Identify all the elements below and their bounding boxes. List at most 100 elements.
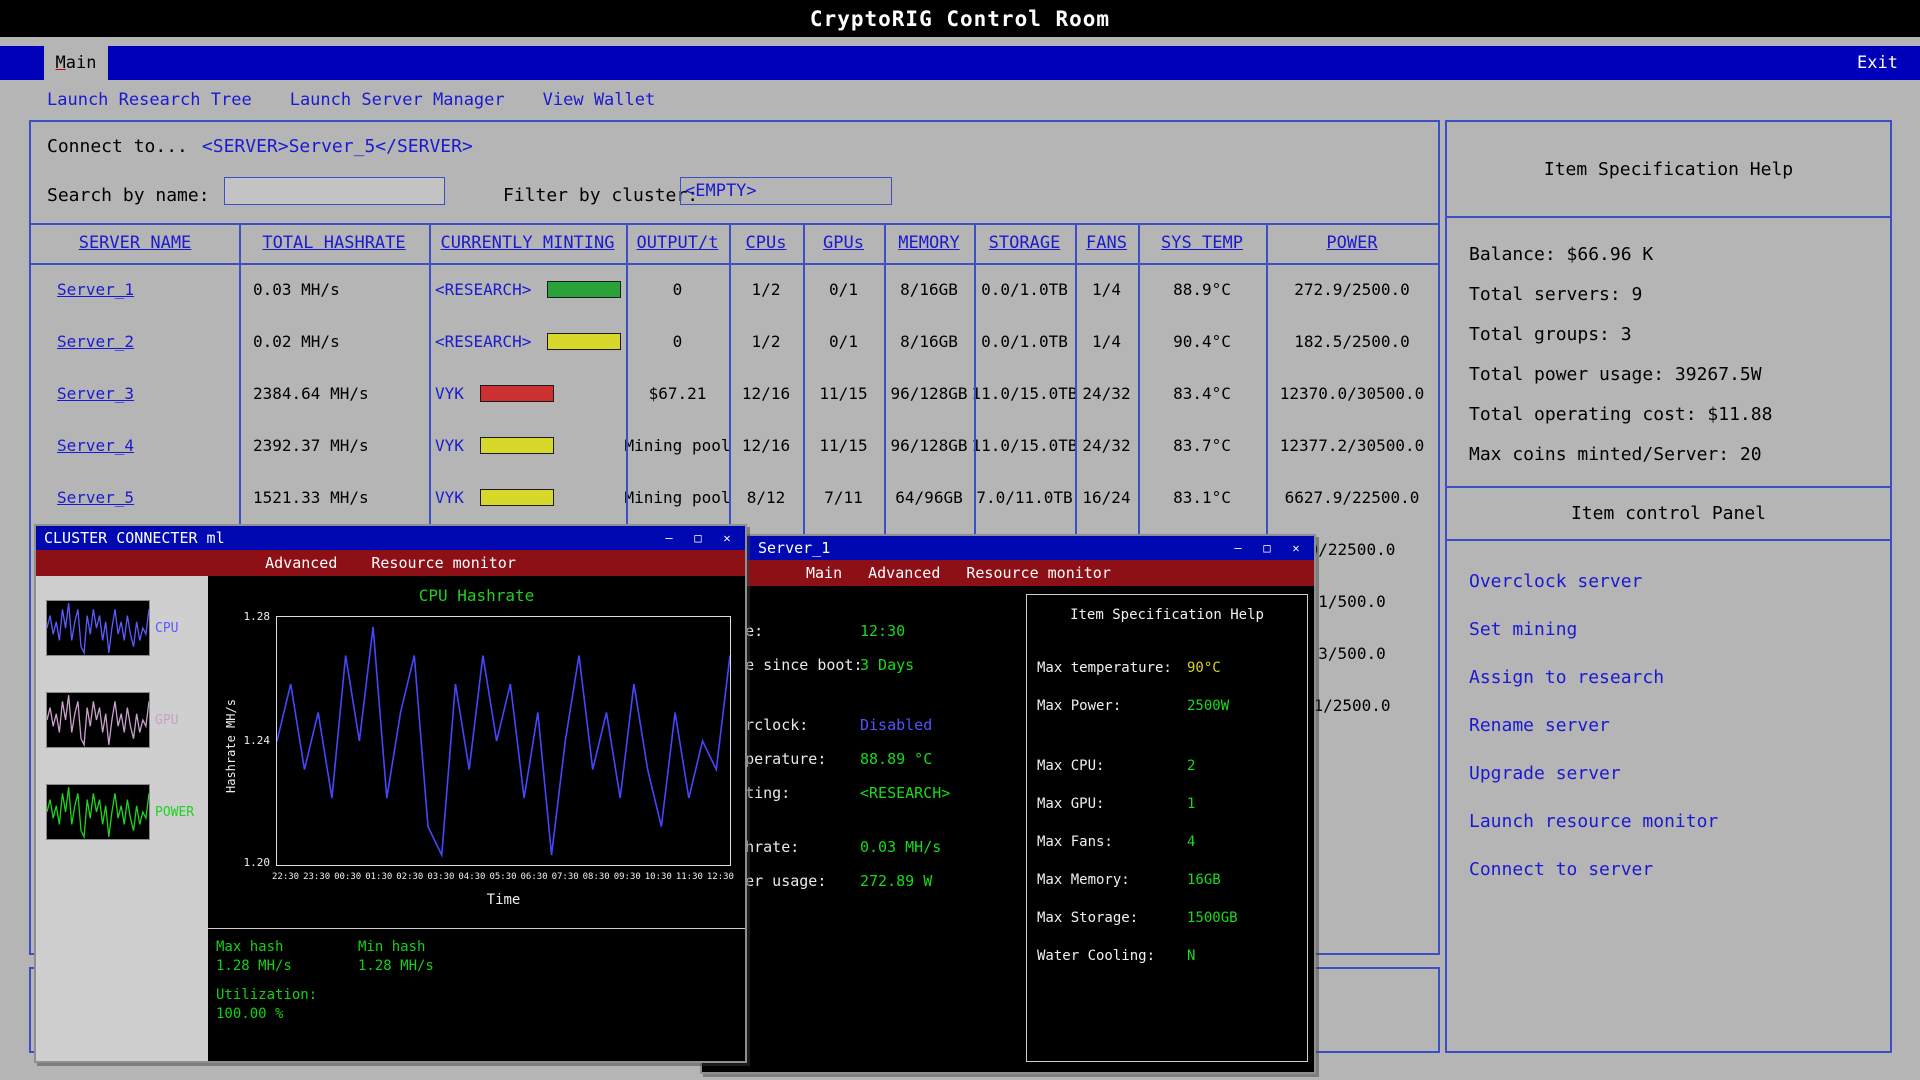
column-header[interactable]: GPUs: [803, 223, 884, 263]
toolbar-item[interactable]: View Wallet: [543, 90, 656, 110]
control-action[interactable]: Rename server: [1469, 701, 1890, 749]
chart-thumbnail[interactable]: POWER: [46, 784, 208, 840]
storage-cell: 0.0/1.0TB: [974, 263, 1075, 315]
menu-item[interactable]: Advanced: [868, 564, 940, 582]
hashrate-cell: 0.02 MH/s: [239, 315, 429, 367]
sparkline-thumbnail: [46, 600, 150, 656]
status-row: Temperature: 88.89 °C: [702, 742, 1024, 776]
output-cell: Mining pool: [626, 419, 729, 471]
minting-target[interactable]: VYK: [435, 384, 464, 403]
control-action[interactable]: Connect to server: [1469, 845, 1890, 893]
spec-row: Max GPU: 1: [1027, 785, 1307, 823]
cluster-filter-dropdown[interactable]: <EMPTY>: [680, 177, 892, 205]
toolbar-item[interactable]: Launch Server Manager: [290, 90, 505, 110]
x-tick: 03:30: [427, 872, 454, 882]
column-header[interactable]: POWER: [1266, 223, 1438, 263]
sparkline-thumbnail: [46, 692, 150, 748]
summary-stat: Max coins minted/Server: 20: [1469, 434, 1890, 474]
toolbar: Launch Research Tree Launch Server Manage…: [47, 80, 655, 120]
maximize-icon[interactable]: □: [688, 530, 708, 547]
status-value: 12:30: [860, 622, 905, 640]
window-title: CLUSTER CONNECTER ml: [44, 529, 225, 547]
connect-label: Connect to...: [47, 136, 188, 157]
column-header[interactable]: CPUs: [729, 223, 803, 263]
x-tick: 11:30: [676, 872, 703, 882]
spec-value: N: [1187, 948, 1195, 964]
window-title-bar[interactable]: Server_1 — □ ✕: [702, 536, 1314, 560]
maximize-icon[interactable]: □: [1257, 540, 1277, 557]
server-detail-window: Server_1 — □ ✕ Main Advanced Resource moni…: [700, 534, 1316, 1074]
cpus-cell: 8/12: [729, 471, 803, 523]
minimize-icon[interactable]: —: [1228, 540, 1248, 557]
menu-bar: Main Exit: [0, 46, 1920, 80]
column-header[interactable]: SYS TEMP: [1138, 223, 1266, 263]
cpus-cell: 12/16: [729, 367, 803, 419]
x-tick: 10:30: [645, 872, 672, 882]
close-icon[interactable]: ✕: [1286, 540, 1306, 557]
minting-target[interactable]: VYK: [435, 488, 464, 507]
max-hash-value: 1.28 MH/s: [216, 957, 292, 976]
status-value: 3 Days: [860, 656, 914, 674]
control-action[interactable]: Set mining: [1469, 605, 1890, 653]
column-header[interactable]: CURRENTLY MINTING: [429, 223, 626, 263]
x-tick: 05:30: [489, 872, 516, 882]
connect-target-value[interactable]: <SERVER>Server_5</SERVER>: [202, 136, 473, 157]
storage-cell: 11.0/15.0TB: [974, 419, 1075, 471]
fans-cell: 1/4: [1075, 315, 1138, 367]
output-cell: $67.21: [626, 367, 729, 419]
spec-row: Max Memory: 16GB: [1027, 861, 1307, 899]
control-action[interactable]: Overclock server: [1469, 557, 1890, 605]
chart-thumbnail[interactable]: CPU: [46, 600, 208, 656]
status-value: 88.89 °C: [860, 750, 932, 768]
min-hash-value: 1.28 MH/s: [358, 957, 434, 976]
control-action[interactable]: Upgrade server: [1469, 749, 1890, 797]
column-header[interactable]: SERVER NAME: [31, 223, 239, 263]
close-icon[interactable]: ✕: [717, 530, 737, 547]
minting-status-bar: [480, 437, 554, 454]
column-header[interactable]: FANS: [1075, 223, 1138, 263]
server-link[interactable]: Server_1: [57, 280, 134, 299]
tab-main[interactable]: Main: [44, 46, 108, 80]
minting-target[interactable]: VYK: [435, 436, 464, 455]
server-link[interactable]: Server_4: [57, 436, 134, 455]
window-title-bar[interactable]: CLUSTER CONNECTER ml — □ ✕: [36, 526, 745, 550]
menu-item[interactable]: Main: [806, 564, 842, 582]
power-cell: 12370.0/30500.0: [1266, 367, 1438, 419]
server-name-cell: Server_4: [31, 419, 239, 471]
minting-cell: <RESEARCH>: [429, 315, 626, 367]
spec-row: Max CPU: 2: [1027, 747, 1307, 785]
minting-target[interactable]: <RESEARCH>: [435, 280, 531, 299]
status-value: 272.89 W: [860, 872, 932, 890]
server-link[interactable]: Server_3: [57, 384, 134, 403]
column-header[interactable]: OUTPUT/t: [626, 223, 729, 263]
gpus-cell: 11/15: [803, 419, 884, 471]
y-tick: 1.24: [222, 734, 270, 747]
spec-value: 1: [1187, 796, 1195, 812]
server-link[interactable]: Server_2: [57, 332, 134, 351]
control-action[interactable]: Assign to research: [1469, 653, 1890, 701]
y-tick: 1.20: [222, 856, 270, 869]
menu-item[interactable]: Resource monitor: [966, 564, 1111, 582]
summary-stat: Total power usage: 39267.5W: [1469, 354, 1890, 394]
minting-cell: VYK: [429, 471, 626, 523]
x-tick: 07:30: [552, 872, 579, 882]
column-header[interactable]: TOTAL HASHRATE: [239, 223, 429, 263]
menu-item[interactable]: Advanced: [265, 554, 337, 572]
connect-row: Connect to... <SERVER>Server_5</SERVER>: [47, 136, 473, 157]
control-action[interactable]: Launch resource monitor: [1469, 797, 1890, 845]
power-cell: 182.5/2500.0: [1266, 315, 1438, 367]
toolbar-item[interactable]: Launch Research Tree: [47, 90, 252, 110]
search-input[interactable]: [224, 177, 445, 205]
server-link[interactable]: Server_5: [57, 488, 134, 507]
memory-cell: 64/96GB: [884, 471, 974, 523]
status-row: Power usage: 272.89 W: [702, 864, 1024, 898]
utilization-label: Utilization:: [216, 986, 317, 1005]
minimize-icon[interactable]: —: [659, 530, 679, 547]
column-header[interactable]: STORAGE: [974, 223, 1075, 263]
minting-target[interactable]: <RESEARCH>: [435, 332, 531, 351]
menu-item[interactable]: Resource monitor: [371, 554, 516, 572]
column-header[interactable]: MEMORY: [884, 223, 974, 263]
x-tick: 12:30: [707, 872, 734, 882]
chart-thumbnail[interactable]: GPU: [46, 692, 208, 748]
exit-button[interactable]: Exit: [1857, 46, 1920, 80]
